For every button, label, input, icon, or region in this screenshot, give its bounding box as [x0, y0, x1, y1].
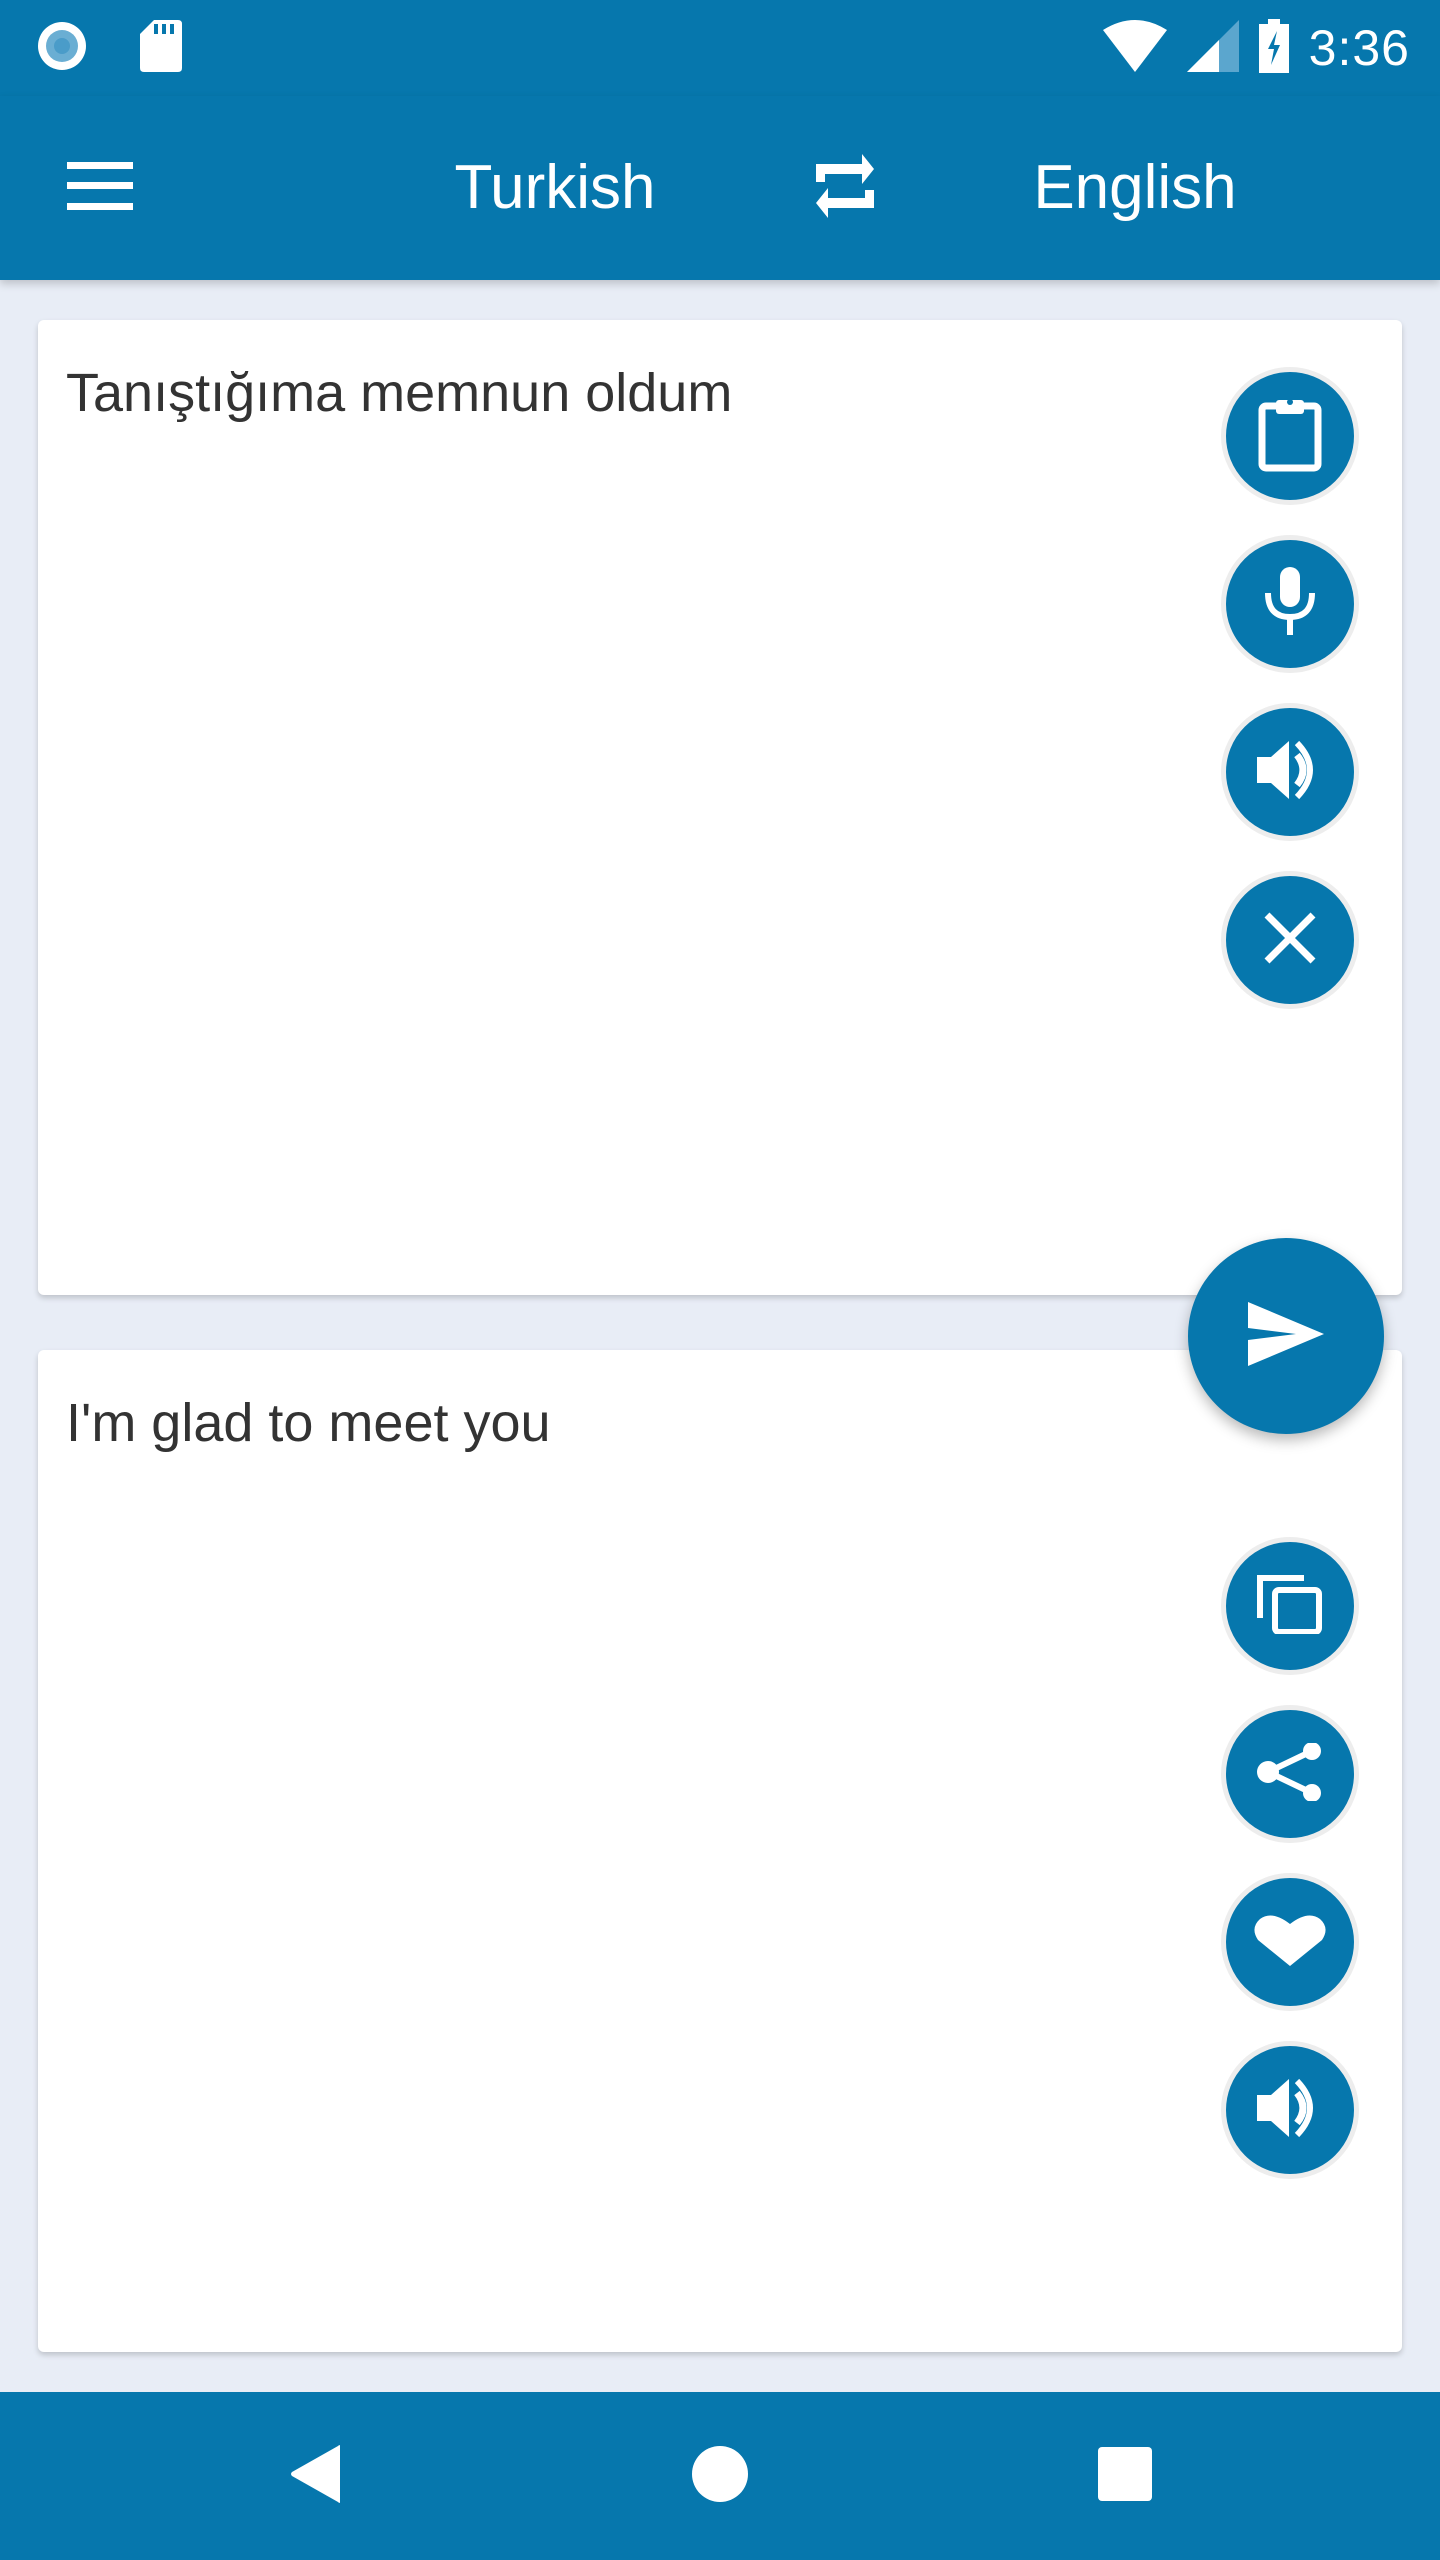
heart-icon	[1254, 1914, 1326, 1971]
input-card: Tanıştığıma memnun oldum	[38, 320, 1402, 1295]
speaker-icon	[1257, 739, 1323, 806]
voice-input-button[interactable]	[1221, 535, 1359, 673]
swap-languages-icon	[812, 150, 878, 227]
speak-translation-button[interactable]	[1221, 2041, 1359, 2179]
speak-source-button[interactable]	[1221, 703, 1359, 841]
wifi-icon	[1102, 19, 1167, 77]
favorite-button[interactable]	[1221, 1873, 1359, 2011]
translation-text: I'm glad to meet you	[66, 1393, 551, 1453]
hamburger-menu-icon	[67, 161, 133, 215]
share-button[interactable]	[1221, 1705, 1359, 1843]
send-icon	[1248, 1301, 1324, 1371]
battery-charging-icon	[1258, 18, 1289, 78]
menu-button[interactable]	[50, 138, 150, 238]
source-language-selector[interactable]: Turkish	[400, 136, 710, 240]
home-icon	[691, 2445, 749, 2508]
clock: 3:36	[1308, 20, 1410, 76]
output-card: I'm glad to meet you	[38, 1350, 1402, 2352]
source-text-input[interactable]: Tanıştığıma memnun oldum	[66, 358, 1202, 428]
cell-signal-icon	[1186, 19, 1239, 77]
back-icon	[290, 2444, 342, 2509]
system-navigation-bar	[0, 2392, 1440, 2560]
app-bar: Turkish English	[0, 96, 1440, 280]
clipboard-icon	[1256, 396, 1324, 477]
share-icon	[1256, 1741, 1324, 1806]
recents-button[interactable]	[1075, 2426, 1175, 2526]
target-language-selector[interactable]: English	[980, 136, 1290, 240]
close-icon	[1264, 912, 1316, 969]
sd-card-icon	[140, 19, 182, 77]
record-indicator-icon	[36, 20, 88, 77]
copy-button[interactable]	[1221, 1537, 1359, 1675]
back-button[interactable]	[266, 2426, 366, 2526]
microphone-icon	[1264, 566, 1316, 642]
clear-button[interactable]	[1221, 871, 1359, 1009]
status-bar: 3:36	[0, 0, 1440, 96]
translate-button[interactable]	[1188, 1238, 1384, 1434]
speaker-icon	[1257, 2077, 1323, 2144]
recents-icon	[1098, 2446, 1152, 2506]
paste-button[interactable]	[1221, 367, 1359, 505]
swap-languages-button[interactable]	[790, 138, 900, 238]
home-button[interactable]	[670, 2426, 770, 2526]
copy-icon	[1256, 1574, 1324, 1639]
